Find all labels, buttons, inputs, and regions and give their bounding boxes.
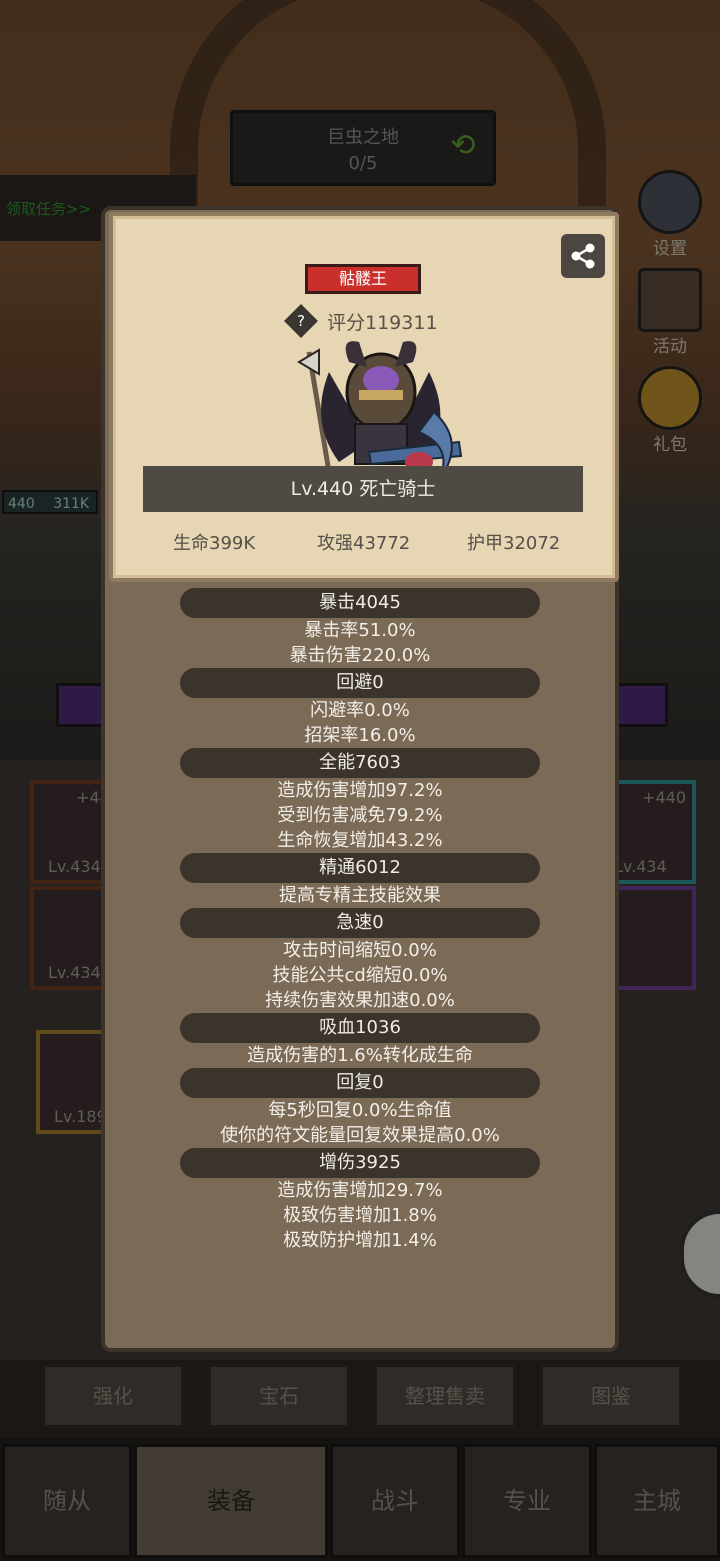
title-badge: 骷髅王	[305, 264, 421, 294]
attack-stat: 攻强43772	[317, 533, 411, 554]
stat-detail-line: 攻击时间缩短0.0%	[283, 940, 437, 961]
stat-section-header: 急速0	[180, 908, 540, 938]
stat-detail-line: 受到伤害减免79.2%	[277, 805, 443, 826]
share-button[interactable]	[561, 234, 605, 278]
stat-detail-line: 造成伤害增加97.2%	[277, 780, 443, 801]
stat-detail-line: 每5秒回复0.0%生命值	[268, 1100, 452, 1121]
character-card: 骷髅王 ? 评分119311 Lv.440 死亡骑士 生命399K 攻强4377…	[109, 212, 619, 582]
stat-detail-line: 技能公共cd缩短0.0%	[272, 965, 448, 986]
stat-detail-line: 提高专精主技能效果	[279, 885, 441, 906]
stat-section-header: 暴击4045	[180, 588, 540, 618]
armor-stat: 护甲32072	[467, 533, 561, 554]
stat-detail-line: 招架率16.0%	[304, 725, 416, 746]
stat-list: 暴击4045 暴击率51.0% 暴击伤害220.0% 回避0 闪避率0.0% 招架率16.…	[105, 588, 615, 1253]
stat-detail-line: 使你的符文能量回复效果提高0.0%	[220, 1125, 500, 1146]
stat-detail-line: 造成伤害的1.6%转化成生命	[247, 1045, 473, 1066]
stat-detail-line: 持续伤害效果加速0.0%	[265, 990, 455, 1011]
stat-detail-line: 极致伤害增加1.8%	[283, 1205, 437, 1226]
stat-detail-line: 暴击伤害220.0%	[289, 645, 431, 666]
character-detail-modal: 骷髅王 ? 评分119311 Lv.440 死亡骑士 生命399K 攻强4377…	[101, 206, 619, 1352]
share-icon	[571, 243, 595, 269]
stat-section-header: 回复0	[180, 1068, 540, 1098]
stat-detail-line: 极致防护增加1.4%	[283, 1230, 437, 1251]
hp-stat: 生命399K	[173, 533, 256, 554]
stat-section-header: 精通6012	[180, 853, 540, 883]
death-knight-portrait	[297, 341, 463, 481]
stat-section-header: 回避0	[180, 668, 540, 698]
stat-section-header: 吸血1036	[180, 1013, 540, 1043]
stat-detail-line: 造成伤害增加29.7%	[277, 1180, 443, 1201]
stat-section-header: 增伤3925	[180, 1148, 540, 1178]
score-value: 评分119311	[327, 311, 438, 334]
stat-detail-line: 闪避率0.0%	[310, 700, 410, 721]
stat-section-header: 全能7603	[180, 748, 540, 778]
character-name: Lv.440 死亡骑士	[143, 466, 583, 512]
stat-detail-line: 生命恢复增加43.2%	[277, 830, 443, 851]
stat-detail-line: 暴击率51.0%	[304, 620, 416, 641]
